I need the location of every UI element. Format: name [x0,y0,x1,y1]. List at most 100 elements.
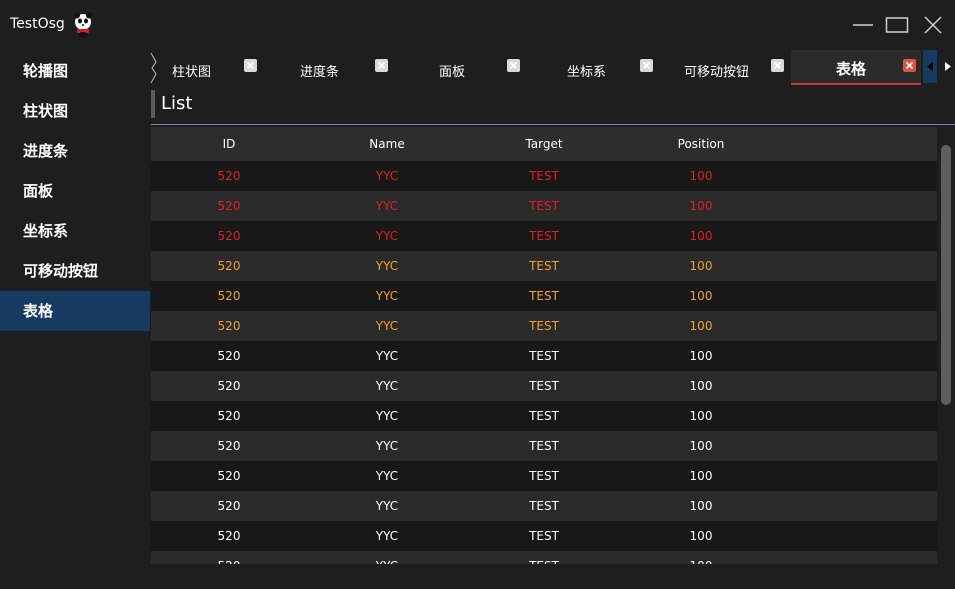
tab-overflow-left-icon [150,52,157,84]
cell-position: 100 [689,439,713,453]
table-body: 520 YYC TEST 100 520 YYC TEST 100 520 YYC TEST 100 5… [151,161,937,564]
cell-position: 100 [689,529,713,543]
tab-label: 柱状图 [172,65,212,80]
sidebar: 轮播图 柱状图 进度条 面板 坐标系 可移动按钮 表格 [0,50,150,589]
cell-target: TEST [529,169,559,183]
tab-close-icon[interactable] [375,59,388,72]
tab-scroll-left-icon[interactable] [923,50,937,83]
cell-target: TEST [529,469,559,483]
app-title: TestOsg [10,16,65,32]
column-header-position[interactable]: Position [678,127,725,161]
tab-bar-chart[interactable]: 柱状图 [164,50,284,83]
cell-name: YYC [375,319,399,333]
cell-id: 520 [217,379,241,393]
column-header-id[interactable]: ID [223,127,236,161]
table-row[interactable]: 520 YYC TEST 100 [151,221,937,251]
cell-target: TEST [529,379,559,393]
cell-id: 520 [217,229,241,243]
sidebar-item-carousel[interactable]: 轮播图 [0,51,150,91]
cell-name: YYC [375,349,399,363]
cell-id: 520 [217,289,241,303]
vertical-scrollbar-thumb[interactable] [941,145,951,405]
sidebar-item-movable-button[interactable]: 可移动按钮 [0,251,150,291]
cell-position: 100 [689,319,713,333]
cell-name: YYC [375,169,399,183]
tab-table[interactable]: 表格 [791,50,921,85]
sidebar-item-bar-chart[interactable]: 柱状图 [0,91,150,131]
cell-name: YYC [375,229,399,243]
cell-target: TEST [529,319,559,333]
cell-position: 100 [689,379,713,393]
tab-bar: 柱状图 进度条 面板 坐标系 可移动按钮 表格 [150,50,955,85]
table-row[interactable]: 520 YYC TEST 100 [151,491,937,521]
table-row[interactable]: 520 YYC TEST 100 [151,371,937,401]
title-bar: TestOsg [0,0,955,50]
sidebar-item-panel[interactable]: 面板 [0,171,150,211]
sidebar-item-progress-bar[interactable]: 进度条 [0,131,150,171]
section-marker [151,90,155,118]
table-row[interactable]: 520 YYC TEST 100 [151,431,937,461]
close-icon[interactable] [921,14,945,36]
tab-coordinate-system[interactable]: 坐标系 [555,50,680,83]
cell-position: 100 [689,169,713,183]
section-divider [151,124,955,125]
table-row[interactable]: 520 YYC TEST 100 [151,551,937,564]
cell-id: 520 [217,199,241,213]
cell-name: YYC [375,259,399,273]
cell-id: 520 [217,499,241,513]
minimize-icon[interactable] [851,14,875,36]
cell-position: 100 [689,349,713,363]
cell-position: 100 [689,199,713,213]
tab-close-icon[interactable] [771,59,784,72]
cell-target: TEST [529,349,559,363]
table-row[interactable]: 520 YYC TEST 100 [151,191,937,221]
table-row[interactable]: 520 YYC TEST 100 [151,341,937,371]
table-row[interactable]: 520 YYC TEST 100 [151,251,937,281]
cell-target: TEST [529,229,559,243]
tab-movable-button[interactable]: 可移动按钮 [675,50,795,83]
maximize-icon[interactable] [885,14,909,36]
cell-target: TEST [529,551,559,564]
cell-name: YYC [375,379,399,393]
table-row[interactable]: 520 YYC TEST 100 [151,311,937,341]
cell-target: TEST [529,199,559,213]
table-row[interactable]: 520 YYC TEST 100 [151,521,937,551]
cell-position: 100 [689,259,713,273]
cell-position: 100 [690,551,713,564]
cell-position: 100 [689,469,713,483]
table-row[interactable]: 520 YYC TEST 100 [151,281,937,311]
cell-name: YYC [375,409,399,423]
table-row[interactable]: 520 YYC TEST 100 [151,401,937,431]
cell-id: 520 [217,169,241,183]
cell-id: 520 [217,529,241,543]
tab-close-icon[interactable] [244,59,257,72]
sidebar-item-table[interactable]: 表格 [0,291,150,331]
tab-close-icon[interactable] [903,59,916,72]
tab-label: 坐标系 [567,65,607,80]
cell-name: YYC [375,499,399,513]
column-header-target[interactable]: Target [525,127,562,161]
cell-name: YYC [375,289,399,303]
cell-position: 100 [689,499,713,513]
list-title: List [161,93,193,114]
table-header: ID Name Target Position [151,127,937,161]
list-section-header: List [151,90,955,124]
cell-id: 520 [217,469,241,483]
cell-id: 520 [217,319,241,333]
tab-scroll-right-icon[interactable] [941,50,955,83]
cell-id: 520 [218,551,241,564]
tab-progress-bar[interactable]: 进度条 [290,50,415,83]
cell-target: TEST [529,439,559,453]
tab-panel[interactable]: 面板 [420,50,545,83]
table-row[interactable]: 520 YYC TEST 100 [151,161,937,191]
cell-target: TEST [529,529,559,543]
tab-close-icon[interactable] [507,59,520,72]
sidebar-item-coordinate-system[interactable]: 坐标系 [0,211,150,251]
cell-name: YYC [376,551,398,564]
cell-name: YYC [375,469,399,483]
tab-label: 表格 [836,60,867,78]
column-header-name[interactable]: Name [369,127,404,161]
cell-id: 520 [217,259,241,273]
table-row[interactable]: 520 YYC TEST 100 [151,461,937,491]
tab-close-icon[interactable] [640,59,653,72]
